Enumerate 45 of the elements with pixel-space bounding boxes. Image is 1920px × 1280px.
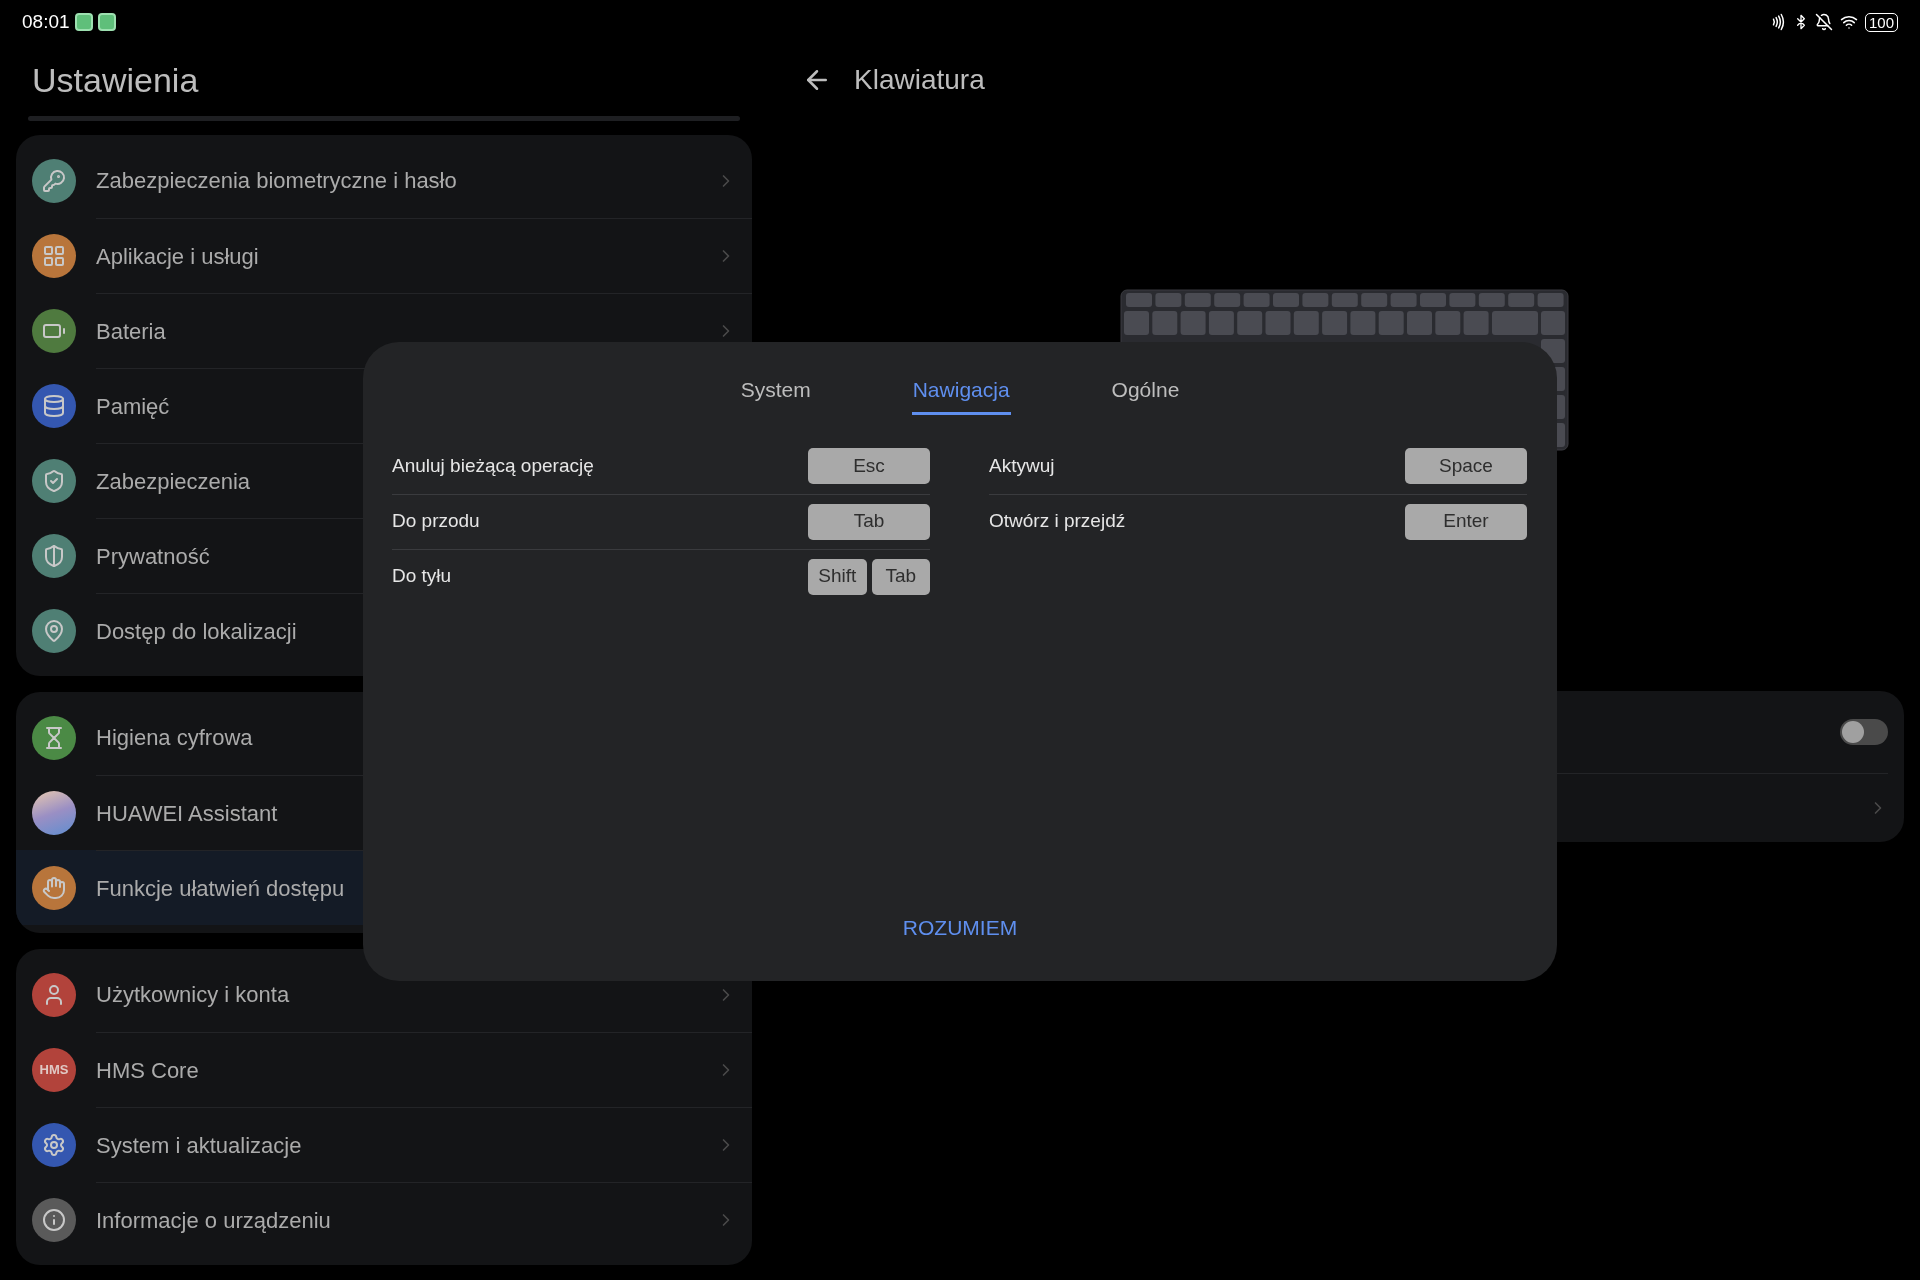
item-label: Aplikacje i usługi — [96, 242, 259, 271]
battery-level: 100 — [1864, 12, 1898, 32]
item-label: Dostęp do lokalizacji — [96, 617, 297, 646]
settings-item[interactable]: HMS HMS Core — [16, 1032, 752, 1107]
key-cap: Enter — [1405, 503, 1527, 540]
item-label: System i aktualizacje — [96, 1131, 302, 1160]
item-label: Higiena cyfrowa — [96, 724, 253, 752]
clock: 08:01 — [22, 9, 70, 34]
item-label: Informacje o urządzeniu — [96, 1206, 331, 1235]
shortcut-label: Aktywuj — [989, 453, 1056, 478]
setting-icon — [32, 790, 76, 835]
item-label: Prywatność — [96, 542, 210, 571]
confirm-button[interactable]: ROZUMIEM — [894, 907, 1026, 947]
item-label: Zabezpieczenia — [96, 467, 251, 496]
item-label: HUAWEI Assistant — [96, 799, 278, 828]
settings-item[interactable]: Aplikacje i usługi — [16, 218, 752, 293]
shortcut-label: Anuluj bieżącą operację — [392, 453, 595, 478]
item-label: Pamięć — [96, 392, 170, 421]
settings-item[interactable]: Informacje o urządzeniu — [16, 1182, 752, 1257]
key-cap: Tab — [808, 503, 930, 540]
shortcut-label: Do przodu — [392, 509, 481, 534]
toggle-switch[interactable] — [1840, 719, 1888, 745]
settings-item[interactable]: Zabezpieczenia biometryczne i hasło — [16, 143, 752, 218]
item-label: Zabezpieczenia biometryczne i hasło — [96, 167, 457, 195]
page-title: Klawiatura — [854, 63, 985, 97]
page-title: Ustawienia — [31, 59, 200, 101]
key-cap: Tab — [871, 558, 930, 595]
item-label: Funkcje ułatwień dostępu — [96, 874, 345, 903]
notification-icon — [74, 13, 93, 31]
key-cap: Esc — [808, 448, 930, 484]
key-cap: Space — [1405, 448, 1527, 484]
item-label: HMS Core — [96, 1056, 199, 1085]
tab[interactable]: System — [739, 374, 812, 415]
notification-icon — [97, 13, 116, 31]
wifi-icon — [1838, 13, 1859, 31]
settings-item[interactable]: System i aktualizacje — [16, 1107, 752, 1182]
item-label: Bateria — [96, 317, 166, 346]
key-cap: Shift — [808, 558, 867, 595]
shortcut-label: Otwórz i przejdź — [989, 509, 1127, 534]
hms-icon: HMS — [32, 1047, 76, 1092]
shortcut-label: Do tyłu — [392, 564, 453, 589]
tab[interactable]: Ogólne — [1110, 374, 1181, 415]
item-label: Użytkownicy i konta — [96, 981, 290, 1009]
tab[interactable]: Nawigacja — [911, 374, 1011, 415]
bell-off-icon — [1814, 13, 1833, 31]
